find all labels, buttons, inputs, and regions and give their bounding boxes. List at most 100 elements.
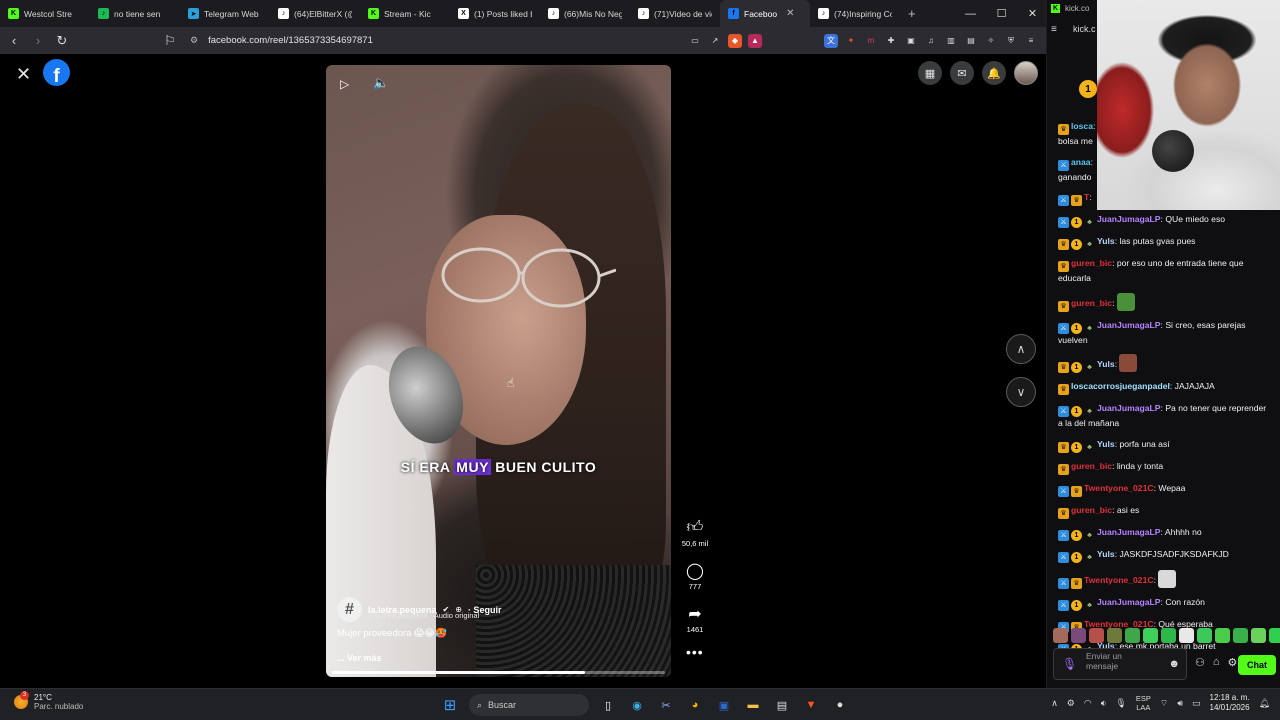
chat-username[interactable]: Twentyone_021C [1084, 619, 1154, 629]
video-progress-bar[interactable] [332, 671, 665, 674]
store-icon[interactable]: ⌂ [1213, 656, 1220, 669]
chat-username[interactable]: anaa [1071, 157, 1091, 167]
store-app-icon[interactable]: ▣ [714, 695, 734, 715]
emote-icon[interactable] [1251, 628, 1266, 643]
emote-icon[interactable] [1071, 628, 1086, 643]
browser-tab[interactable]: ♪ (74)Inspiring Co [810, 0, 900, 27]
minimize-button[interactable]: — [955, 0, 986, 27]
terminal-icon[interactable]: ▤ [772, 695, 792, 715]
next-reel-button[interactable]: ∨ [1006, 377, 1036, 407]
maximize-button[interactable]: ☐ [986, 0, 1017, 27]
language-indicator[interactable]: ESP LAA [1136, 694, 1151, 712]
emote-icon[interactable] [1161, 628, 1176, 643]
chat-username[interactable]: Yuls [1097, 439, 1115, 449]
volume-icon[interactable]: 🔈 [373, 75, 389, 91]
site-info-icon[interactable]: ⚙ [190, 35, 198, 46]
snip-tool-icon[interactable]: ✂ [656, 695, 676, 715]
profile-avatar[interactable] [1014, 61, 1038, 85]
chat-username[interactable]: JuanJumagaLP [1097, 597, 1161, 607]
emote-icon[interactable] [1143, 628, 1158, 643]
emote-icon[interactable] [1215, 628, 1230, 643]
chat-username[interactable]: Yuls [1097, 549, 1115, 559]
file-explorer-icon[interactable]: ▬ [743, 695, 763, 715]
chat-username[interactable]: JuanJumagaLP [1097, 527, 1161, 537]
close-tab-icon[interactable]: ✕ [786, 8, 794, 19]
windows-start-icon[interactable]: ⊞ [440, 695, 460, 715]
chat-username[interactable]: JuanJumagaLP [1097, 320, 1161, 330]
speaker-icon[interactable]: 🔉︎ [1101, 698, 1107, 709]
emote-icon[interactable] [1233, 628, 1248, 643]
emote-icon[interactable] [1053, 628, 1068, 643]
chat-menu-icon[interactable]: ≡ [1051, 24, 1057, 35]
taskbar-wifi-icon[interactable]: ⌔ [1160, 698, 1168, 709]
chat-username[interactable]: Twentyone_021C [1084, 483, 1154, 493]
wifi-icon[interactable]: ◠ [1084, 698, 1092, 709]
weather-widget[interactable]: 3 21°C Parc. nublado [14, 691, 83, 711]
obs-icon[interactable]: ● [830, 695, 850, 715]
emote-icon[interactable] [1089, 628, 1104, 643]
browser-tab[interactable]: ♪ (64)ElBitterX (@ [270, 0, 360, 27]
chat-username[interactable]: guren_bic [1071, 505, 1112, 515]
tray-overflow-icon[interactable]: ∧ [1051, 698, 1058, 709]
chat-username[interactable]: guren_bic [1071, 461, 1112, 471]
sidebar-icon[interactable]: ▥ [944, 34, 958, 48]
clock[interactable]: 12:18 a. m. 14/01/2026 [1210, 693, 1250, 713]
extensions-puzzle-icon[interactable]: ✚ [884, 34, 898, 48]
leo-ai-icon[interactable]: ✧ [984, 34, 998, 48]
notifications-icon[interactable]: 🔔 [982, 61, 1006, 85]
tray-app-icon[interactable]: ⚙ [1067, 698, 1075, 709]
chat-username[interactable]: loscacorrosjueganpadel [1071, 381, 1170, 391]
share-action[interactable]: ➦ 1461 [676, 604, 714, 634]
browser-tab[interactable]: K Stream - Kic [360, 0, 450, 27]
emote-icon[interactable] [1197, 628, 1212, 643]
edge-icon[interactable]: ◉ [627, 695, 647, 715]
volume-tray-icon[interactable]: 🔊︎ [1177, 698, 1183, 709]
microphone-tray-icon[interactable]: 🎙︎ [1115, 698, 1126, 709]
close-icon[interactable]: ✕ [16, 64, 31, 85]
brave-taskbar-icon[interactable]: ▼ [801, 695, 821, 715]
share-icon[interactable]: ↗ [708, 34, 722, 48]
cast-icon[interactable]: ▭ [688, 34, 702, 48]
browser-tab[interactable]: f Faceboo ✕ [720, 0, 810, 27]
browser-tab[interactable]: X (1) Posts liked b [450, 0, 540, 27]
emote-icon[interactable] [1179, 628, 1194, 643]
emote-icon[interactable] [1125, 628, 1140, 643]
comment-action[interactable]: ◯ 777 [676, 561, 714, 591]
extension-m-icon[interactable]: m [864, 34, 878, 48]
chat-username[interactable]: JuanJumagaLP [1097, 403, 1161, 413]
chat-username[interactable]: Twentyone_021C [1084, 575, 1154, 585]
more-options-icon[interactable]: ••• [686, 644, 704, 660]
browser-tab[interactable]: ➤ Telegram Web [180, 0, 270, 27]
browser-tab[interactable]: ♪ (71)Video de vic [630, 0, 720, 27]
settings-gear-icon[interactable]: ⚙ [1228, 656, 1238, 669]
task-view-icon[interactable]: ▯ [598, 695, 618, 715]
chat-message-input[interactable]: 🎙 Enviar un mensaje ☻ [1053, 648, 1187, 680]
browser-tab[interactable]: ♪ no tiene sen [90, 0, 180, 27]
menu-grid-icon[interactable]: ▦ [918, 61, 942, 85]
like-action[interactable]: 👍︎ 50,6 mil [676, 518, 714, 548]
mic-icon[interactable]: 🎙 [1062, 657, 1077, 671]
screenshot-icon[interactable]: ▣ [904, 34, 918, 48]
translate-icon[interactable]: 文 [824, 33, 838, 48]
vpn-icon[interactable]: ⛨ [1004, 34, 1018, 48]
brave-rewards-icon[interactable]: ▲ [748, 33, 762, 48]
battery-icon[interactable]: ▭ [1192, 698, 1201, 709]
wallet-icon[interactable]: ▤ [964, 34, 978, 48]
forward-icon[interactable]: › [28, 31, 48, 51]
see-more-link[interactable]: ... Ver más [337, 653, 382, 663]
chrome-icon[interactable]: ◕ [685, 695, 705, 715]
extension-red-icon[interactable]: ✦ [844, 34, 858, 48]
chat-username[interactable]: guren_bic [1071, 298, 1112, 308]
chat-username[interactable]: JuanJumagaLP [1097, 214, 1161, 224]
media-icon[interactable]: ♫ [924, 34, 938, 48]
brave-shield-icon[interactable]: ◆ [728, 33, 742, 48]
notification-bell-icon[interactable]: 🔔︎ [1259, 698, 1270, 709]
chat-username[interactable]: guren_bic [1071, 258, 1112, 268]
address-bar[interactable]: ⚙ facebook.com/reel/1365373354697871 [182, 30, 762, 51]
reload-icon[interactable]: ↻ [52, 31, 72, 51]
facebook-logo-icon[interactable]: f [43, 59, 70, 86]
chat-username[interactable]: Yuls [1097, 236, 1115, 246]
menu-icon[interactable]: ≡ [1024, 34, 1038, 48]
close-window-button[interactable]: ✕ [1017, 0, 1048, 27]
chat-send-button[interactable]: Chat [1238, 655, 1276, 675]
